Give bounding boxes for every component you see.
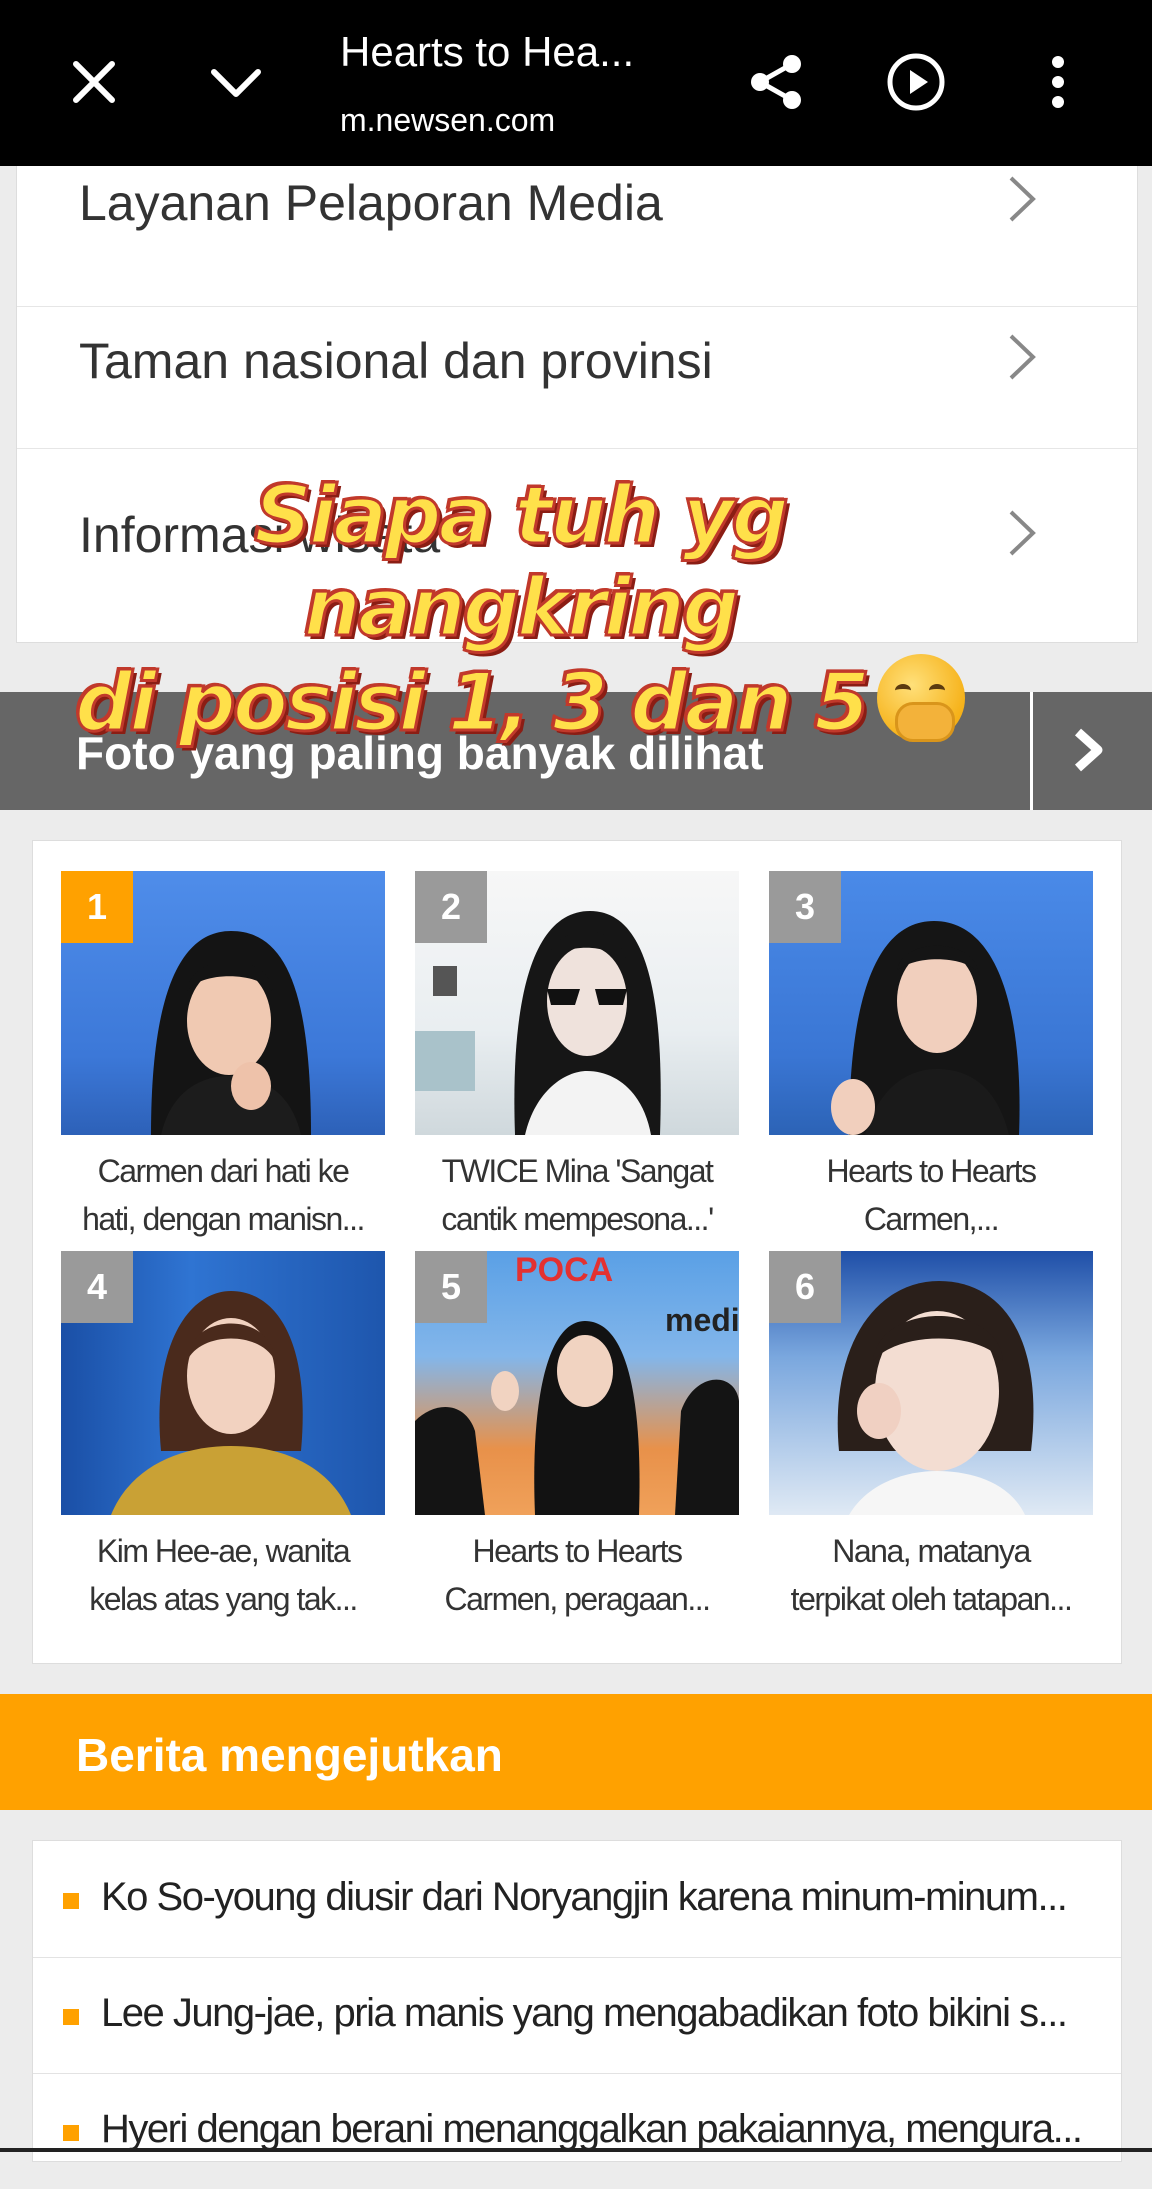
photo-thumb-3[interactable]: 3 <box>769 871 1093 1135</box>
news-list: Ko So-young diusir dari Noryangjin karen… <box>32 1840 1122 2162</box>
menu-item-label: Taman nasional dan provinsi <box>79 333 713 389</box>
photo-caption-5[interactable]: Hearts to Hearts Carmen, peragaan... <box>407 1527 747 1623</box>
caption-line: kelas atas yang tak... <box>89 1581 358 1617</box>
chevron-right-icon <box>1009 510 1036 556</box>
menu-item-label: Layanan Pelaporan Media <box>79 175 663 231</box>
news-headline: Ko So-young diusir dari Noryangjin karen… <box>101 1875 1068 1919</box>
rank-badge: 3 <box>769 871 841 943</box>
photo-thumb-5[interactable]: POCA medi 5 <box>415 1251 739 1515</box>
photo-caption-2[interactable]: TWICE Mina 'Sangat cantik mempesona...' <box>407 1147 747 1243</box>
rank-badge: 1 <box>61 871 133 943</box>
header-divider <box>1030 692 1033 810</box>
caption-line: Hearts to Hearts <box>826 1153 1037 1189</box>
photo-caption-3[interactable]: Hearts to Hearts Carmen,... <box>761 1147 1101 1243</box>
section-title: Berita mengejutkan <box>76 1729 503 1781</box>
photo-thumb-4[interactable]: 4 <box>61 1251 385 1515</box>
caption-line: Carmen, peragaan... <box>444 1581 712 1617</box>
photo-caption-6[interactable]: Nana, matanya terpikat oleh tatapan... <box>761 1527 1101 1623</box>
caption-line: Nana, matanya <box>832 1533 1031 1569</box>
rank-badge: 6 <box>769 1251 841 1323</box>
poster-text: POCA <box>515 1251 613 1289</box>
photo-thumb-1[interactable]: 1 <box>61 871 385 1135</box>
caption-line: Carmen,... <box>863 1201 1000 1237</box>
chevron-right-icon <box>1009 176 1036 222</box>
bottom-edge <box>0 2148 1152 2152</box>
photo-caption-1[interactable]: Carmen dari hati ke hati, dengan manisn.… <box>53 1147 393 1243</box>
caption-line: terpikat oleh tatapan... <box>790 1581 1073 1617</box>
face-with-hand-over-mouth-icon <box>876 654 965 742</box>
tab-title: Hearts to Hea... <box>340 28 635 75</box>
close-icon[interactable] <box>62 50 126 114</box>
news-item[interactable]: Lee Jung-jae, pria manis yang mengabadik… <box>33 1957 1121 2074</box>
bullet-icon <box>63 2009 79 2025</box>
news-headline: Hyeri dengan berani menanggalkan pakaian… <box>101 2107 1083 2151</box>
photo-caption-4[interactable]: Kim Hee-ae, wanita kelas atas yang tak..… <box>53 1527 393 1623</box>
share-icon[interactable] <box>744 50 808 114</box>
play-icon[interactable] <box>884 50 948 114</box>
caption-line: cantik mempesona...' <box>441 1201 714 1237</box>
rank-badge: 5 <box>415 1251 487 1323</box>
caption-line: hati, dengan manisn... <box>82 1201 365 1237</box>
news-headline: Lee Jung-jae, pria manis yang mengabadik… <box>101 1991 1068 2035</box>
url-text[interactable]: m.newsen.com <box>340 102 555 139</box>
news-item[interactable]: Hyeri dengan berani menanggalkan pakaian… <box>33 2073 1121 2189</box>
bullet-icon <box>63 1893 79 1909</box>
chevron-right-icon[interactable] <box>1070 720 1110 780</box>
caption-line: TWICE Mina 'Sangat <box>441 1153 714 1189</box>
photo-grid: 1 Carmen dari hati ke hati, dengan manis… <box>32 840 1122 1664</box>
chevron-down-icon[interactable] <box>204 50 268 114</box>
overlay-line-1: Siapa tuh yg nangkring <box>253 468 791 655</box>
rank-badge: 4 <box>61 1251 133 1323</box>
news-item[interactable]: Ko So-young diusir dari Noryangjin karen… <box>33 1841 1121 1958</box>
caption-line: Hearts to Hearts <box>472 1533 683 1569</box>
news-section-header[interactable]: Berita mengejutkan <box>0 1694 1152 1810</box>
photo-thumb-2[interactable]: 2 <box>415 871 739 1135</box>
browser-toolbar: Hearts to Hea... m.newsen.com <box>0 0 1152 166</box>
caption-line: Carmen dari hati ke <box>97 1153 350 1189</box>
photo-thumb-6[interactable]: 6 <box>769 1251 1093 1515</box>
caption-line: Kim Hee-ae, wanita <box>96 1533 351 1569</box>
bullet-icon <box>63 2125 79 2141</box>
rank-badge: 2 <box>415 871 487 943</box>
poster-text: medi <box>665 1302 739 1338</box>
overlay-line-2: di posisi 1, 3 dan 5 <box>74 655 872 750</box>
menu-item-national-parks[interactable]: Taman nasional dan provinsi <box>17 276 1137 449</box>
more-vert-icon[interactable] <box>1026 50 1090 114</box>
chevron-right-icon <box>1009 334 1036 380</box>
overlay-caption: Siapa tuh yg nangkring di posisi 1, 3 da… <box>60 468 980 750</box>
